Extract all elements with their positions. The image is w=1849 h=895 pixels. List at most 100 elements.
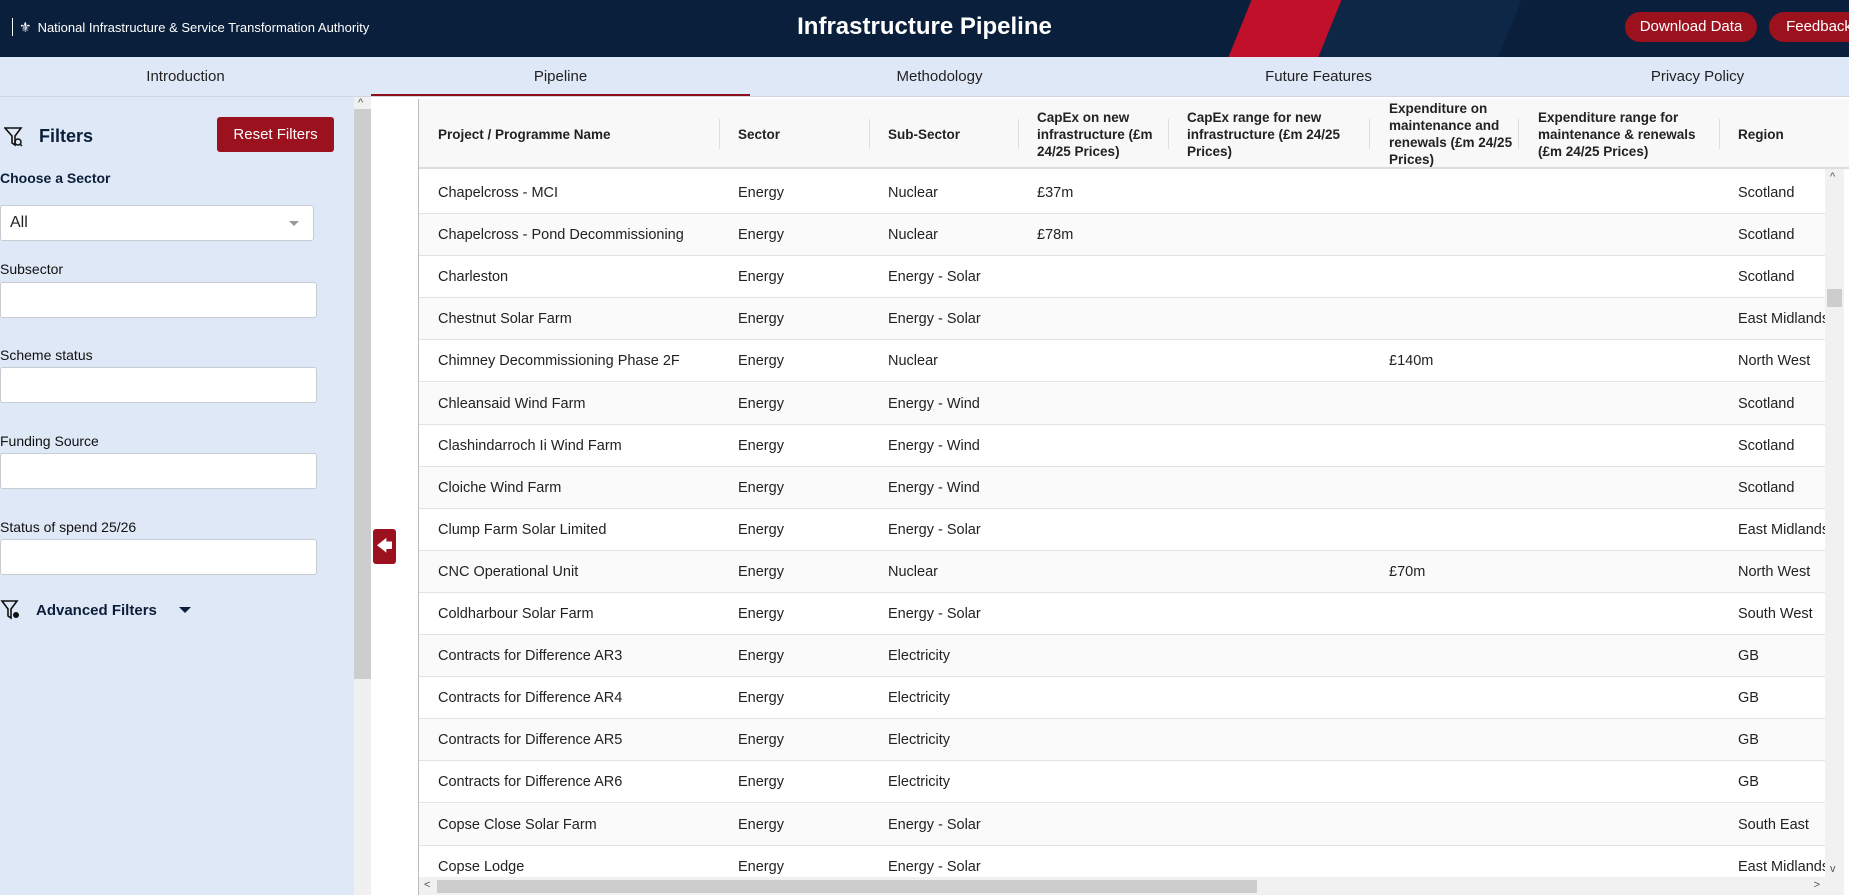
reset-filters-button[interactable]: Reset Filters <box>217 117 334 152</box>
table-cell: South East <box>1738 816 1809 833</box>
table-row[interactable]: Chimney Decommissioning Phase 2F Energy Nu… <box>419 340 1825 383</box>
column-separator[interactable] <box>1719 119 1720 149</box>
funding-source-label: Funding Source <box>0 433 99 449</box>
table-cell: Contracts for Difference AR6 <box>438 774 623 791</box>
table-cell: GB <box>1738 774 1759 791</box>
sector-value: All <box>10 214 28 231</box>
tab-privacy-policy[interactable]: Privacy Policy <box>1508 57 1849 96</box>
table-row[interactable]: Chleansaid Wind Farm Energy Energy - Wind S… <box>419 382 1825 425</box>
table-row[interactable]: Clump Farm Solar Limited Energy Energy - S… <box>419 509 1829 551</box>
table-row[interactable]: CNC Operational Unit Energy Nuclear £70m Nor… <box>419 550 1825 593</box>
table-cell: Energy - Solar <box>888 269 981 286</box>
column-separator[interactable] <box>1369 119 1370 149</box>
table-cell: Chapelcross - Pond Decommissioning <box>438 227 684 244</box>
arrow-left-icon: 🡄 <box>376 538 393 555</box>
column-separator[interactable] <box>719 119 720 149</box>
sector-label: Choose a Sector <box>0 170 111 186</box>
table-row[interactable]: Chestnut Solar Farm Energy Energy - Solar E… <box>419 298 1829 341</box>
table-row[interactable]: Charleston Energy Energy - Solar Scotland <box>419 256 1825 299</box>
table-vertical-scrollbar[interactable]: ^ v <box>1825 169 1844 877</box>
column-header[interactable]: Expenditure range for maintenance & rene… <box>1538 99 1718 169</box>
table-row[interactable]: Chapelcross - MCI Energy Nuclear £37m Scotla… <box>419 172 1825 214</box>
scheme-status-input[interactable] <box>0 367 317 403</box>
advanced-filters-toggle[interactable]: Advanced Filters <box>0 599 191 621</box>
table-cell: £140m <box>1389 353 1434 370</box>
column-header[interactable]: Sub-Sector <box>888 99 1018 169</box>
column-separator[interactable] <box>869 119 870 149</box>
tab-introduction[interactable]: Introduction <box>0 57 371 96</box>
table-cell: Electricity <box>888 732 951 749</box>
table-cell: Energy <box>738 269 784 286</box>
funding-source-input[interactable] <box>0 453 317 489</box>
table-cell: Nuclear <box>888 227 938 244</box>
filters-heading: Filters <box>39 126 94 146</box>
table-cell: Scotland <box>1738 395 1795 412</box>
table-row[interactable]: Copse Close Solar Farm Energy Energy - Sol… <box>419 803 1825 846</box>
table-cell: £78m <box>1037 227 1074 244</box>
page-title: Infrastructure Pipeline <box>797 13 1052 40</box>
table-row[interactable]: Coldharbour Solar Farm Energy Energy - Sol… <box>419 593 1825 635</box>
scrollbar-thumb[interactable] <box>1827 289 1842 307</box>
scrollbar-thumb[interactable] <box>354 109 371 679</box>
scrollbar-thumb[interactable] <box>437 880 1257 893</box>
table-cell: Energy <box>738 479 784 496</box>
table-row[interactable]: Clashindarroch Ii Wind Farm Energy Energy … <box>419 425 1825 467</box>
table-cell: Nuclear <box>888 563 938 580</box>
table-cell: GB <box>1738 732 1759 749</box>
table-cell: Energy <box>738 437 784 454</box>
table-header: Project / Programme Name Sector Sub-Sector… <box>419 99 1849 169</box>
table-cell: Chapelcross - MCI <box>438 185 559 201</box>
column-header[interactable]: Expenditure on maintenance and renewals … <box>1389 99 1519 169</box>
scroll-right-icon[interactable]: > <box>1814 879 1820 891</box>
table-cell: Energy <box>738 774 784 791</box>
collapse-sidebar-button[interactable]: 🡄 <box>373 529 396 564</box>
table-cell: North West <box>1738 353 1811 370</box>
column-header[interactable]: Sector <box>738 99 868 169</box>
table-cell: Energy <box>738 816 784 833</box>
table-cell: Energy <box>738 227 784 244</box>
download-data-button[interactable]: Download Data <box>1625 12 1757 42</box>
tab-future-features[interactable]: Future Features <box>1129 57 1508 96</box>
filters-sidebar: Filters Reset Filters Choose a Sector Al… <box>0 97 354 895</box>
subsector-label: Subsector <box>0 261 64 277</box>
feedback-button[interactable]: Feedback <box>1769 12 1849 42</box>
column-separator[interactable] <box>1168 119 1169 149</box>
table-row[interactable]: Contracts for Difference AR4 Energy Electr… <box>419 677 1825 720</box>
column-header[interactable]: Project / Programme Name <box>438 99 718 169</box>
column-separator[interactable] <box>1518 119 1519 149</box>
table-row[interactable]: Chapelcross - Pond Decommissioning Energy… <box>419 214 1825 257</box>
scroll-down-icon[interactable]: v <box>1830 863 1836 875</box>
column-header[interactable]: Region <box>1738 99 1838 169</box>
table-row[interactable]: Contracts for Difference AR6 Energy Electr… <box>419 761 1825 804</box>
table-cell: Scotland <box>1738 185 1795 201</box>
table-cell: Chestnut Solar Farm <box>438 311 572 328</box>
tab-pipeline[interactable]: Pipeline <box>371 57 750 96</box>
tab-methodology[interactable]: Methodology <box>750 57 1129 96</box>
sidebar-scrollbar[interactable]: ^ <box>354 97 371 895</box>
table-cell: Energy <box>738 690 784 707</box>
table-cell: GB <box>1738 648 1759 665</box>
table-cell: Scotland <box>1738 227 1795 244</box>
table-horizontal-scrollbar[interactable]: < > <box>419 877 1844 895</box>
table-row[interactable]: Cloiche Wind Farm Energy Energy - Wind Scot… <box>419 466 1825 509</box>
table-row[interactable]: Contracts for Difference AR3 Energy Electr… <box>419 635 1825 678</box>
table-cell: Contracts for Difference AR4 <box>438 690 623 707</box>
scroll-up-icon[interactable]: ^ <box>1830 171 1835 183</box>
table-cell: Energy <box>738 606 784 622</box>
table-cell: Charleston <box>438 269 509 286</box>
scroll-left-icon[interactable]: < <box>424 879 430 891</box>
table-cell: Clashindarroch Ii Wind Farm <box>438 437 622 454</box>
column-header[interactable]: CapEx range for new infrastructure (£m 2… <box>1187 99 1367 169</box>
table-cell: £70m <box>1389 563 1426 580</box>
table-row[interactable]: Contracts for Difference AR5 Energy Electr… <box>419 719 1825 762</box>
app-header: ⚜ National Infrastructure & Service Tran… <box>0 0 1849 57</box>
status-of-spend-input[interactable] <box>0 539 317 575</box>
table-cell: Contracts for Difference AR5 <box>438 732 623 749</box>
scroll-up-icon[interactable]: ^ <box>358 97 363 109</box>
column-separator[interactable] <box>1018 119 1019 149</box>
sector-select[interactable]: All <box>0 205 314 241</box>
subsector-input[interactable] <box>0 282 317 318</box>
table-cell: Energy <box>738 395 784 412</box>
column-header[interactable]: CapEx on new infrastructure (£m 24/25 Pr… <box>1037 99 1167 169</box>
table-cell: Energy <box>738 563 784 580</box>
